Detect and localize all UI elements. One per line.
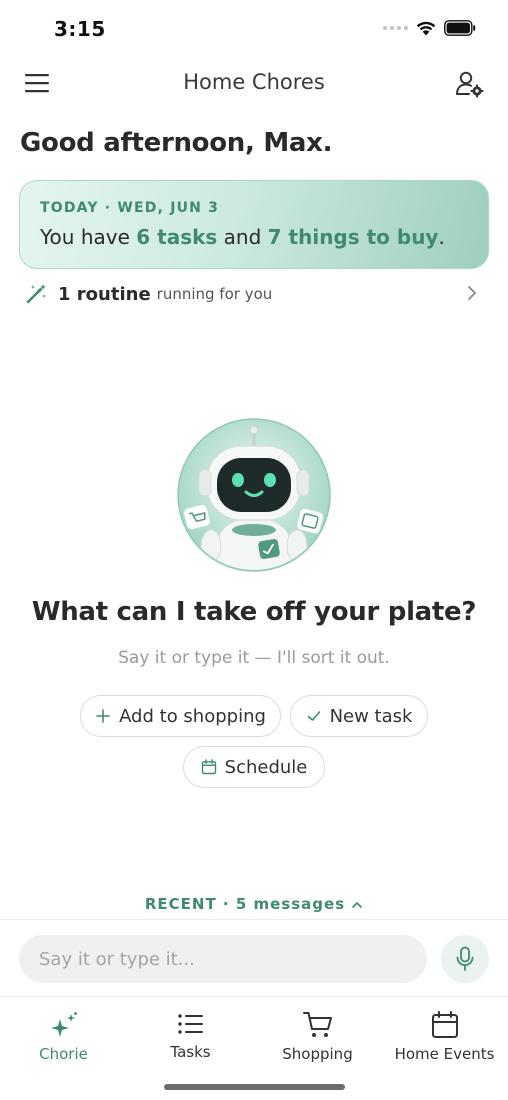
schedule-label: Schedule xyxy=(224,756,308,778)
summary-prefix: You have xyxy=(40,225,137,249)
app-header: Home Chores xyxy=(0,58,508,110)
routine-count: 1 routine xyxy=(58,283,151,305)
bottom-navigation: Chorie Tasks Shopping Home Events xyxy=(0,997,508,1077)
schedule-chip[interactable]: Schedule xyxy=(183,746,325,788)
nav-item-tasks[interactable]: Tasks xyxy=(127,997,254,1077)
routine-subtitle: running for you xyxy=(156,285,273,303)
message-input[interactable] xyxy=(19,935,427,983)
robot-assistant-avatar xyxy=(177,418,331,572)
assistant-prompt-subtitle: Say it or type it — I'll sort it out. xyxy=(118,648,390,668)
plus-icon xyxy=(96,709,110,723)
list-icon xyxy=(177,1014,203,1034)
nav-label-home-events: Home Events xyxy=(394,1045,495,1063)
microphone-button[interactable] xyxy=(441,935,489,983)
today-summary-text: You have 6 tasks and 7 things to buy. xyxy=(40,225,445,249)
nav-label-tasks: Tasks xyxy=(170,1043,211,1061)
cellular-signal-icon xyxy=(383,26,408,30)
divider xyxy=(0,919,508,920)
sparkle-icon xyxy=(50,1012,77,1037)
microphone-icon xyxy=(456,946,474,971)
wifi-icon xyxy=(416,21,436,35)
today-summary-card[interactable]: TODAY · WED, JUN 3 You have 6 tasks and … xyxy=(19,180,489,269)
calendar-icon xyxy=(201,759,216,775)
nav-label-shopping: Shopping xyxy=(282,1045,353,1063)
nav-item-shopping[interactable]: Shopping xyxy=(254,997,381,1077)
status-bar: 3:15 xyxy=(0,0,508,58)
calendar-icon xyxy=(431,1011,458,1038)
page-title: Home Chores xyxy=(183,70,325,94)
summary-suffix: . xyxy=(438,225,445,249)
nav-item-home-events[interactable]: Home Events xyxy=(381,997,508,1077)
add-to-shopping-label: Add to shopping xyxy=(119,705,266,727)
new-task-chip[interactable]: New task xyxy=(290,695,428,737)
new-task-label: New task xyxy=(329,705,413,727)
user-settings-icon xyxy=(456,71,484,98)
greeting-heading: Good afternoon, Max. xyxy=(20,128,333,158)
summary-middle: and xyxy=(217,225,268,249)
recent-messages-label: RECENT · 5 messages xyxy=(144,895,346,913)
checkmark-icon xyxy=(307,711,320,721)
battery-icon xyxy=(444,20,476,36)
chevron-right-icon xyxy=(468,286,476,300)
cart-icon xyxy=(302,1012,332,1037)
user-settings-button[interactable] xyxy=(452,66,488,102)
assistant-prompt-title: What can I take off your plate? xyxy=(31,597,477,627)
home-indicator[interactable] xyxy=(164,1084,345,1090)
chevron-up-icon xyxy=(352,901,362,908)
routine-row[interactable]: 1 routine running for you xyxy=(20,278,488,310)
shopping-count-highlight: 7 things to buy xyxy=(267,225,439,249)
status-icons xyxy=(383,20,476,36)
nav-item-chorie[interactable]: Chorie xyxy=(0,997,127,1077)
nav-label-chorie: Chorie xyxy=(39,1045,88,1063)
status-time: 3:15 xyxy=(54,17,106,41)
tasks-count-highlight: 6 tasks xyxy=(136,225,218,249)
recent-messages-toggle[interactable]: RECENT · 5 messages xyxy=(0,895,508,913)
magic-wand-icon xyxy=(26,284,46,304)
today-date-label: TODAY · WED, JUN 3 xyxy=(40,200,220,216)
add-to-shopping-chip[interactable]: Add to shopping xyxy=(80,695,281,737)
